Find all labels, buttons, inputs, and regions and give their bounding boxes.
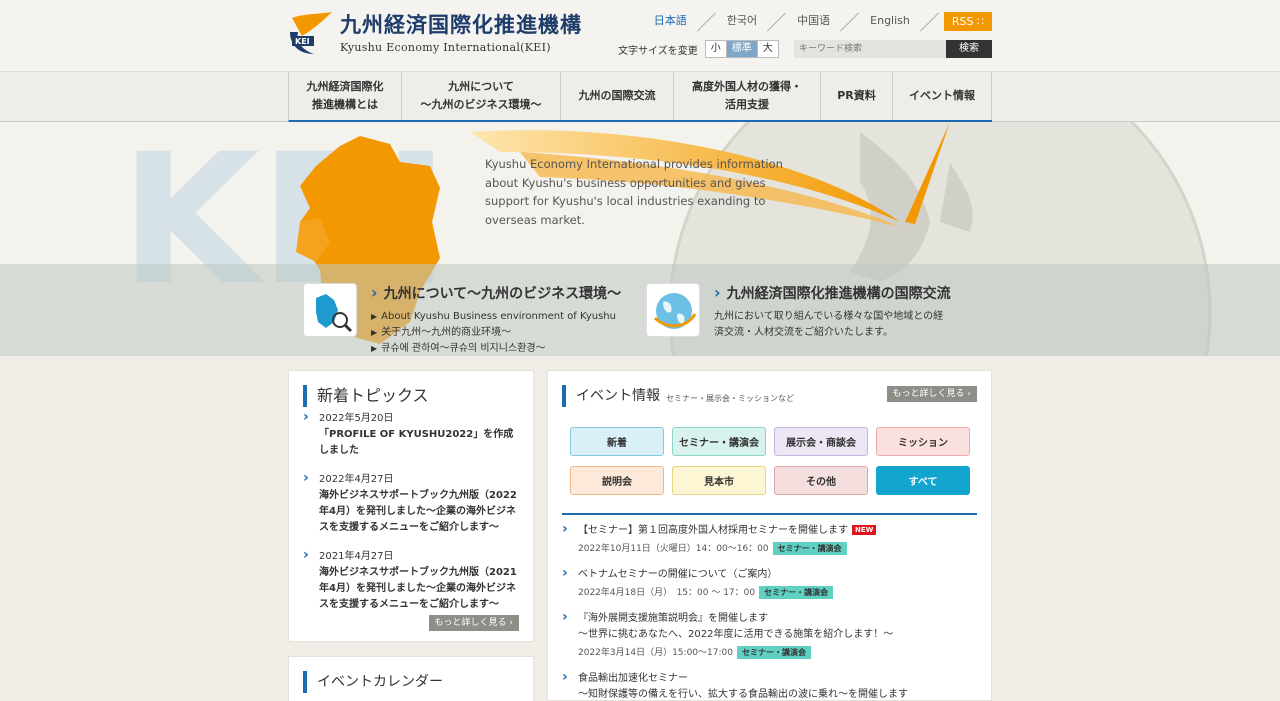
calendar-title: イベントカレンダー bbox=[303, 671, 519, 693]
global-nav: 九州経済国際化 推進機構とは 九州について 〜九州のビジネス環境〜 九州の国際交… bbox=[0, 72, 1280, 122]
bullet-icon: ▶ bbox=[371, 312, 378, 321]
site-title-jp: 九州経済国際化推進機構 bbox=[340, 12, 582, 37]
hero-description: Kyushu Economy International provides in… bbox=[485, 157, 783, 227]
category-other-button[interactable]: その他 bbox=[774, 466, 868, 495]
font-size-small-button[interactable]: 小 bbox=[704, 40, 727, 58]
kyushu-map-magnifier-icon bbox=[303, 283, 357, 337]
rss-icon: ∷ bbox=[977, 14, 984, 28]
events-title: イベント情報 bbox=[562, 385, 660, 407]
event-item[interactable]: 【セミナー】第１回高度外国人材採用セミナーを開催します NEW 2022年10月1… bbox=[562, 521, 977, 557]
panel-line: 済交流・人材交流をご紹介いたします。 bbox=[714, 327, 893, 338]
category-seminar-button[interactable]: セミナー・講演会 bbox=[672, 427, 766, 456]
panel-line: About Kyushu Business environment of Kyu… bbox=[381, 311, 616, 322]
nav-item-foreign-talent[interactable]: 高度外国人材の獲得・ 活用支援 bbox=[674, 72, 821, 120]
topic-date: 2021年4月27日 bbox=[319, 551, 394, 562]
lang-separator bbox=[920, 11, 940, 31]
events-subtitle: セミナー・展示会・ミッションなど bbox=[666, 393, 794, 403]
lang-japanese[interactable]: 日本語 bbox=[644, 11, 697, 31]
lang-separator bbox=[840, 11, 860, 31]
lang-separator bbox=[767, 11, 787, 31]
nav-item-international-exchange[interactable]: 九州の国際交流 bbox=[561, 72, 674, 120]
kei-logo-icon: KEI bbox=[288, 10, 334, 56]
lang-separator bbox=[697, 11, 717, 31]
font-size-large-button[interactable]: 大 bbox=[756, 40, 779, 58]
category-all-button[interactable]: すべて bbox=[876, 466, 970, 495]
topics-more-button[interactable]: もっと詳しく見る bbox=[428, 615, 519, 631]
topic-item[interactable]: 2022年5月20日 「PROFILE OF KYUSHU2022」を作成しまし… bbox=[303, 409, 519, 459]
topics-title: 新着トピックス bbox=[303, 385, 519, 407]
site-logo[interactable]: KEI 九州経済国際化推進機構 Kyushu Economy Internati… bbox=[288, 10, 582, 56]
topic-text: 海外ビジネスサポートブック九州版（2022年4月）を発刊しました〜企業の海外ビジ… bbox=[319, 490, 517, 533]
main-content: 新着トピックス 2022年5月20日 「PROFILE OF KYUSHU202… bbox=[0, 356, 1280, 701]
panel-international-exchange[interactable]: 九州経済国際化推進機構の国際交流 九州において取り組んでいる様々な国や地域との経… bbox=[646, 283, 951, 341]
globe-icon bbox=[646, 283, 700, 337]
event-name: 【セミナー】第１回高度外国人材採用セミナーを開催します bbox=[578, 525, 848, 536]
event-item[interactable]: ベトナムセミナーの開催について（ご案内） 2022年4月18日（月） 15：00… bbox=[562, 565, 977, 601]
topic-item[interactable]: 2021年4月27日 海外ビジネスサポートブック九州版（2021年4月）を発刊し… bbox=[303, 547, 519, 613]
font-size-standard-button[interactable]: 標準 bbox=[725, 40, 758, 58]
topic-date: 2022年4月27日 bbox=[319, 474, 394, 485]
panel-title: 九州経済国際化推進機構の国際交流 bbox=[714, 283, 951, 303]
topic-item[interactable]: 2022年4月27日 海外ビジネスサポートブック九州版（2022年4月）を発刊し… bbox=[303, 470, 519, 536]
lang-english[interactable]: English bbox=[860, 11, 920, 31]
hero-panels bbox=[0, 264, 1280, 356]
event-name: 食品輸出加速化セミナー 〜知財保護等の備えを行い、拡大する食品輸出の波に乗れ〜を… bbox=[578, 673, 908, 700]
topic-text: 「PROFILE OF KYUSHU2022」を作成しました bbox=[319, 429, 514, 456]
panel-title: 九州について〜九州のビジネス環境〜 bbox=[371, 283, 622, 303]
event-category-badge: セミナー・講演会 bbox=[772, 542, 847, 555]
event-item[interactable]: 『海外展開支援施策説明会』を開催します 〜世界に挑むあなたへ、2022年度に活用… bbox=[562, 609, 977, 661]
logo-badge-text: KEI bbox=[295, 37, 310, 46]
event-date: 2022年10月11日（火曜日）14：00〜16：00 bbox=[578, 544, 769, 554]
category-new-button[interactable]: 新着 bbox=[570, 427, 664, 456]
events-more-button[interactable]: もっと詳しく見る bbox=[886, 386, 977, 402]
font-size-switcher: 文字サイズを変更 小 標準 大 bbox=[618, 40, 779, 58]
panel-about-kyushu[interactable]: 九州について〜九州のビジネス環境〜 ▶About Kyushu Business… bbox=[303, 283, 621, 356]
nav-item-about-kyushu[interactable]: 九州について 〜九州のビジネス環境〜 bbox=[402, 72, 561, 120]
language-switcher: 日本語 한국어 中国语 English RSS ∷ bbox=[644, 11, 992, 31]
panel-line: 九州において取り組んでいる様々な国や地域との経 bbox=[714, 311, 944, 322]
bullet-icon: ▶ bbox=[371, 344, 378, 353]
category-mission-button[interactable]: ミッション bbox=[876, 427, 970, 456]
panel-line: 큐슈에 관하여〜큐슈의 비지니스환경〜 bbox=[381, 343, 546, 354]
category-briefing-button[interactable]: 説明会 bbox=[570, 466, 664, 495]
lang-korean[interactable]: 한국어 bbox=[717, 11, 767, 31]
nav-item-pr-materials[interactable]: PR資料 bbox=[821, 72, 893, 120]
rss-label: RSS bbox=[951, 14, 974, 28]
bullet-icon: ▶ bbox=[371, 328, 378, 337]
topics-box: 新着トピックス 2022年5月20日 「PROFILE OF KYUSHU202… bbox=[288, 370, 534, 642]
panel-line: 关于九州〜九州的商业环境〜 bbox=[381, 327, 512, 338]
events-divider bbox=[562, 513, 977, 515]
event-name: 『海外展開支援施策説明会』を開催します 〜世界に挑むあなたへ、2022年度に活用… bbox=[578, 613, 894, 640]
lang-chinese[interactable]: 中国语 bbox=[787, 11, 840, 31]
nav-item-events[interactable]: イベント情報 bbox=[893, 72, 992, 120]
topic-text: 海外ビジネスサポートブック九州版（2021年4月）を発刊しました〜企業の海外ビジ… bbox=[319, 567, 517, 610]
search-form: 検索 bbox=[794, 40, 992, 58]
event-category-grid: 新着 セミナー・講演会 展示会・商談会 ミッション 説明会 見本市 その他 すべ… bbox=[570, 427, 977, 495]
category-exhibition-button[interactable]: 展示会・商談会 bbox=[774, 427, 868, 456]
new-badge: NEW bbox=[852, 525, 877, 535]
search-input[interactable] bbox=[794, 40, 946, 58]
event-category-badge: セミナー・講演会 bbox=[736, 646, 811, 659]
event-date: 2022年3月14日（月）15:00〜17:00 bbox=[578, 648, 733, 658]
event-item[interactable]: 食品輸出加速化セミナー 〜知財保護等の備えを行い、拡大する食品輸出の波に乗れ〜を… bbox=[562, 669, 977, 701]
hero-banner: KEI Kyushu Economy International provide… bbox=[0, 122, 1280, 356]
event-name: ベトナムセミナーの開催について（ご案内） bbox=[578, 569, 778, 580]
calendar-box: イベントカレンダー bbox=[288, 656, 534, 701]
topic-date: 2022年5月20日 bbox=[319, 413, 394, 424]
event-category-badge: セミナー・講演会 bbox=[759, 586, 834, 599]
nav-item-about-kei[interactable]: 九州経済国際化 推進機構とは bbox=[289, 72, 402, 120]
font-size-label: 文字サイズを変更 bbox=[618, 45, 698, 57]
rss-button[interactable]: RSS ∷ bbox=[943, 11, 992, 31]
site-title-en: Kyushu Economy International(KEI) bbox=[340, 41, 551, 54]
category-tradefair-button[interactable]: 見本市 bbox=[672, 466, 766, 495]
search-button[interactable]: 検索 bbox=[946, 40, 992, 58]
events-box: イベント情報 セミナー・展示会・ミッションなど もっと詳しく見る 新着 セミナー… bbox=[547, 370, 992, 701]
event-date: 2022年4月18日（月） 15：00 〜 17：00 bbox=[578, 588, 756, 598]
site-header: KEI 九州経済国際化推進機構 Kyushu Economy Internati… bbox=[0, 0, 1280, 72]
